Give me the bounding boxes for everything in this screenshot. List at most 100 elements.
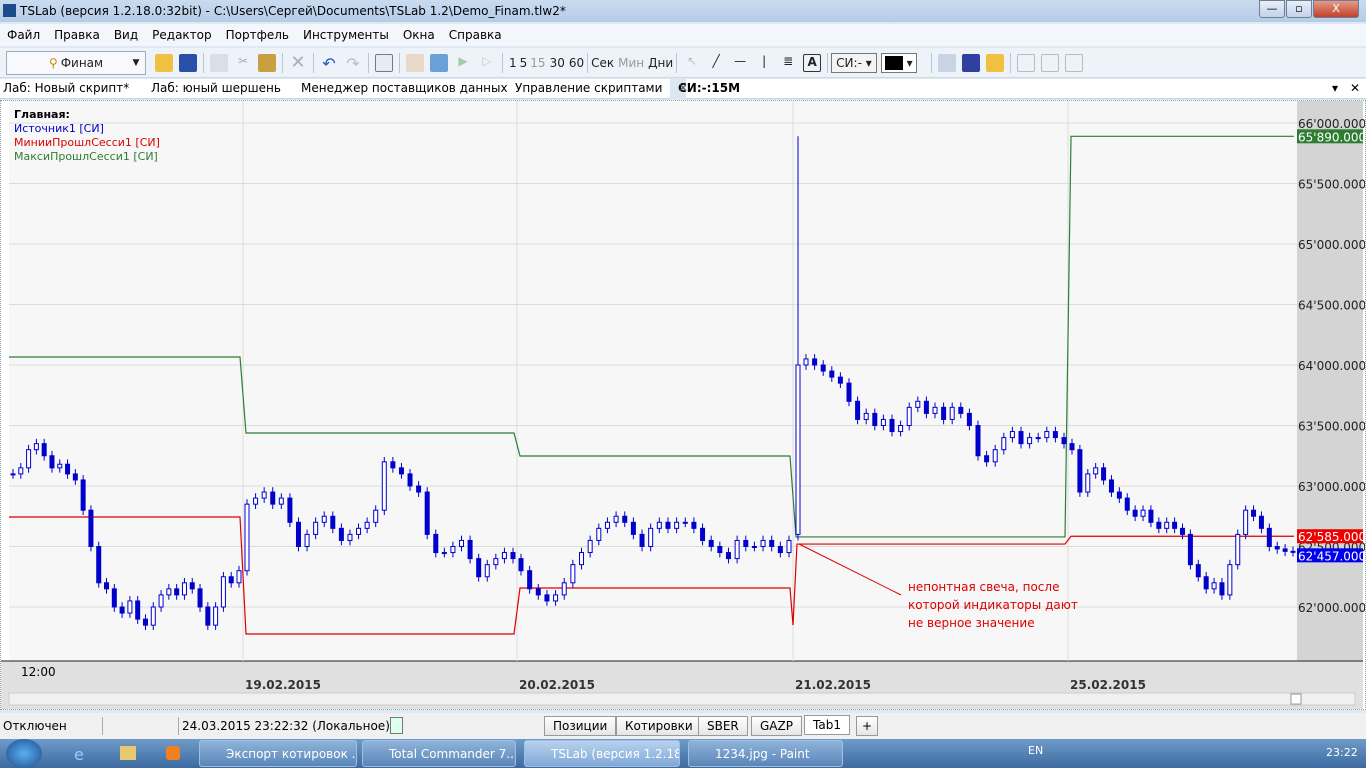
open-icon[interactable]: [155, 54, 173, 72]
tab-quotes[interactable]: Котировки: [616, 716, 702, 736]
menu-help[interactable]: Справка: [442, 24, 509, 42]
maximize-button[interactable]: ▫: [1286, 0, 1312, 18]
menu-edit[interactable]: Правка: [47, 24, 107, 42]
task-tslab[interactable]: TSLab (версия 1.2.18...: [524, 740, 680, 767]
candle: [984, 455, 990, 463]
candle: [1124, 497, 1130, 511]
interval-60[interactable]: 60: [569, 56, 584, 70]
tab-positions[interactable]: Позиции: [544, 716, 617, 736]
window3-icon[interactable]: [1064, 54, 1083, 72]
tab-young-hornet[interactable]: Лаб: юный шершень: [151, 81, 281, 95]
open-layout-icon[interactable]: [985, 54, 1004, 72]
hline-tool-icon[interactable]: —: [731, 54, 749, 72]
task-chrome[interactable]: Экспорт котировок ...: [199, 740, 357, 767]
candle: [1258, 515, 1264, 529]
language-indicator[interactable]: EN: [1028, 744, 1043, 757]
interval-30[interactable]: 30: [550, 56, 565, 70]
candle: [966, 412, 972, 426]
candle: [579, 552, 585, 566]
pointer-icon[interactable]: ↖: [683, 54, 701, 72]
tab-chart-active[interactable]: СИ:-:15М ✕: [670, 79, 740, 99]
candle: [855, 400, 861, 420]
start-button[interactable]: [6, 739, 42, 768]
candle: [181, 582, 187, 596]
close-panel-icon[interactable]: ✕: [1350, 81, 1360, 95]
redo-icon[interactable]: ↷: [344, 54, 362, 73]
unit-sec[interactable]: Сек: [591, 56, 614, 70]
horizontal-scrollbar[interactable]: [8, 692, 1356, 706]
candle: [1069, 443, 1075, 451]
menu-windows[interactable]: Окна: [396, 24, 442, 42]
text-tool-icon[interactable]: A: [803, 54, 822, 72]
task-total-commander[interactable]: Total Commander 7....: [362, 740, 516, 767]
document-tabs: Лаб: Новый скрипт* Лаб: юный шершень Мен…: [0, 79, 1366, 99]
calculator-icon[interactable]: [390, 717, 403, 734]
menu-view[interactable]: Вид: [107, 24, 145, 42]
candle: [41, 443, 47, 457]
legend-item: МаксиПрошлСесси1 [СИ]: [14, 150, 158, 163]
menu-editor[interactable]: Редактор: [145, 24, 218, 42]
provider-dropdown-icon[interactable]: ▼: [126, 51, 146, 75]
tab-list-icon[interactable]: ▾: [1332, 81, 1338, 95]
ie-icon[interactable]: e: [74, 745, 84, 764]
diagram-icon[interactable]: [430, 54, 448, 72]
tab-gazp[interactable]: GAZP: [751, 716, 802, 736]
copy-icon[interactable]: [210, 54, 228, 72]
close-tab-icon[interactable]: ✕: [678, 81, 688, 95]
line-tool-icon[interactable]: ╱: [707, 54, 725, 72]
window-icon[interactable]: [1016, 54, 1035, 72]
vline-tool-icon[interactable]: |: [755, 54, 773, 72]
unit-min[interactable]: Мин: [618, 56, 644, 70]
task-paint[interactable]: 1234.jpg - Paint: [688, 740, 843, 767]
tab-new-script[interactable]: Лаб: Новый скрипт*: [3, 81, 129, 95]
date-label: 19.02.2015: [245, 678, 321, 692]
provider-select[interactable]: ⚲ Финам: [6, 51, 146, 75]
menu-file[interactable]: Файл: [0, 24, 47, 42]
tab-data-providers[interactable]: Менеджер поставщиков данных: [301, 81, 508, 95]
fib-tool-icon[interactable]: ≣: [779, 54, 797, 72]
media-player-icon[interactable]: [166, 746, 180, 760]
candle: [553, 594, 559, 602]
explorer-icon[interactable]: [120, 746, 136, 760]
close-button[interactable]: X: [1313, 0, 1359, 18]
candle: [1203, 576, 1209, 590]
candle: [72, 473, 78, 481]
candle: [846, 382, 852, 402]
undo-icon[interactable]: ↶: [320, 54, 338, 73]
candle: [527, 570, 533, 590]
scrollbar-thumb[interactable]: [1290, 693, 1302, 705]
symbol-select[interactable]: СИ:- ▾: [831, 53, 877, 73]
interval-15[interactable]: 15: [530, 56, 545, 70]
candle: [459, 539, 465, 548]
interval-1[interactable]: 1: [509, 56, 517, 70]
menu-tools[interactable]: Инструменты: [296, 24, 396, 42]
candle: [872, 412, 878, 426]
delete-icon[interactable]: ✕: [289, 54, 307, 72]
candle: [561, 582, 567, 596]
add-tab-button[interactable]: +: [856, 716, 879, 736]
menu-portfolio[interactable]: Портфель: [219, 24, 296, 42]
candle: [863, 412, 869, 420]
chart-icon[interactable]: [406, 54, 424, 72]
tab-sber[interactable]: SBER: [698, 716, 748, 736]
play-icon[interactable]: ▶: [454, 54, 472, 72]
properties-icon[interactable]: [375, 54, 393, 72]
save-layout-icon[interactable]: [937, 54, 956, 72]
candle: [734, 539, 740, 560]
candle: [213, 606, 219, 626]
hs-save-icon[interactable]: [961, 54, 980, 72]
step-icon[interactable]: ▷: [478, 54, 496, 72]
minimize-button[interactable]: —: [1259, 0, 1285, 18]
price-chart[interactable]: 62'000.000 62'500.000 63'000.000 63'500.000…: [0, 100, 1366, 710]
window2-icon[interactable]: [1040, 54, 1059, 72]
unit-days[interactable]: Дни: [648, 56, 673, 70]
cut-icon[interactable]: ✂: [234, 54, 252, 72]
interval-5[interactable]: 5: [520, 56, 528, 70]
tab-tab1[interactable]: Tab1: [804, 715, 850, 735]
local-time: 24.03.2015 23:22:32 (Локальное): [182, 719, 390, 733]
paste-icon[interactable]: [258, 54, 276, 72]
candle: [889, 418, 895, 433]
tab-script-manager[interactable]: Управление скриптами: [515, 81, 662, 95]
color-select[interactable]: ▾: [880, 52, 917, 74]
save-icon[interactable]: [179, 54, 197, 72]
